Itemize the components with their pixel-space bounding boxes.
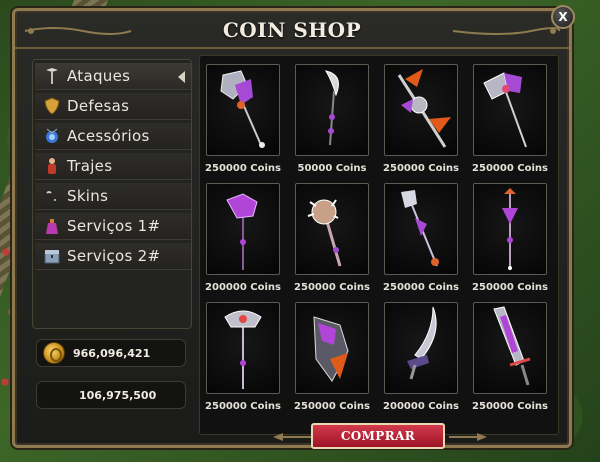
item-price: 250000 Coins (383, 282, 459, 293)
item-price: 250000 Coins (383, 163, 459, 174)
category-defesas[interactable]: Defesas (35, 93, 191, 120)
shop-item[interactable]: 250000 Coins (472, 302, 563, 422)
item-slot (384, 64, 458, 156)
gold-balance-value: 966,096,421 (73, 346, 151, 360)
crystal-staff-icon (401, 190, 439, 267)
spiked-mace-icon (307, 199, 342, 267)
selected-arrow-icon (178, 71, 185, 83)
category-servicos-2[interactable]: Serviços 2# (35, 243, 191, 270)
shop-item[interactable]: 200000 Coins (205, 183, 296, 303)
category-servicos-1[interactable]: Serviços 1# (35, 213, 191, 240)
category-trajes[interactable]: Trajes (35, 153, 191, 180)
silver-balance-value: 106,975,500 (79, 388, 157, 402)
item-slot (295, 183, 369, 275)
winged-bow-icon (397, 69, 451, 148)
spiked-staff-icon (502, 188, 518, 270)
item-slot (206, 64, 280, 156)
item-slot (295, 302, 369, 394)
item-slot (384, 302, 458, 394)
shop-item[interactable]: 250000 Coins (383, 183, 474, 303)
item-price: 250000 Coins (205, 163, 281, 174)
curved-blade-icon (407, 306, 437, 380)
shop-item[interactable]: 250000 Coins (472, 64, 563, 184)
shop-item[interactable]: 250000 Coins (205, 64, 296, 184)
shop-item[interactable]: 50000 Coins (295, 64, 385, 184)
double-axe-icon (483, 72, 527, 148)
window-header: COIN SHOP (15, 11, 569, 49)
item-slot (473, 183, 547, 275)
category-acessorios[interactable]: Acessórios (35, 123, 191, 150)
item-price: 250000 Coins (472, 163, 548, 174)
costume-icon (43, 157, 61, 175)
scythe-icon (324, 70, 339, 146)
close-button[interactable]: X (551, 5, 575, 29)
purple-axe-icon (226, 193, 258, 270)
shield-icon (43, 97, 61, 115)
bag-icon (43, 217, 61, 235)
item-price: 200000 Coins (205, 282, 281, 293)
item-price: 250000 Coins (472, 401, 548, 412)
buy-area: COMPRAR (271, 419, 487, 449)
shop-item[interactable]: 200000 Coins (383, 302, 474, 422)
item-price: 200000 Coins (383, 401, 459, 412)
buy-button[interactable]: COMPRAR (311, 423, 445, 449)
category-label: Defesas (67, 97, 130, 115)
gold-balance: 966,096,421 (36, 339, 186, 367)
category-list: Ataques Defesas Acessórios Trajes Skins … (32, 59, 192, 329)
item-slot (473, 64, 547, 156)
necklace-icon (43, 127, 61, 145)
shop-item[interactable]: 250000 Coins (294, 302, 385, 422)
item-slot (473, 302, 547, 394)
category-label: Ataques (67, 67, 131, 85)
category-label: Serviços 2# (67, 247, 161, 265)
category-label: Acessórios (67, 127, 150, 145)
item-price: 250000 Coins (205, 401, 281, 412)
category-skins[interactable]: Skins (35, 183, 191, 210)
arrow-right-ornament-icon (449, 433, 487, 441)
ornate-staff-icon (224, 310, 262, 389)
coin-shop-window: COIN SHOP X Ataques Defesas Acessórios T… (12, 5, 575, 449)
item-price: 250000 Coins (294, 282, 370, 293)
item-grid: 250000 Coins 50000 Coins 250000 Coins 25… (199, 55, 559, 435)
item-slot (384, 183, 458, 275)
category-label: Trajes (67, 157, 113, 175)
category-ataques[interactable]: Ataques (35, 63, 191, 90)
silver-balance: 106,975,500 (36, 381, 186, 409)
item-slot (295, 64, 369, 156)
category-label: Skins (67, 187, 109, 205)
item-price: 250000 Coins (472, 282, 548, 293)
item-price: 50000 Coins (297, 163, 367, 174)
crystal-axe-icon (220, 70, 265, 148)
chest-icon (43, 247, 61, 265)
header-ornament-right-icon (452, 27, 561, 35)
category-sidebar: Ataques Defesas Acessórios Trajes Skins … (32, 55, 202, 425)
arrow-left-ornament-icon (273, 433, 311, 441)
item-price: 250000 Coins (294, 401, 370, 412)
item-slot (206, 183, 280, 275)
shop-item[interactable]: 250000 Coins (383, 64, 474, 184)
category-label: Serviços 1# (67, 217, 161, 235)
great-sword-icon (493, 306, 531, 386)
item-slot (206, 302, 280, 394)
shop-item[interactable]: 250000 Coins (205, 302, 296, 422)
shop-item[interactable]: 250000 Coins (294, 183, 385, 303)
flame-shield-icon (313, 316, 349, 382)
shop-item[interactable]: 250000 Coins (472, 183, 563, 303)
sword-icon (43, 67, 61, 85)
gold-coin-icon (43, 342, 65, 364)
skin-icon (43, 187, 61, 205)
